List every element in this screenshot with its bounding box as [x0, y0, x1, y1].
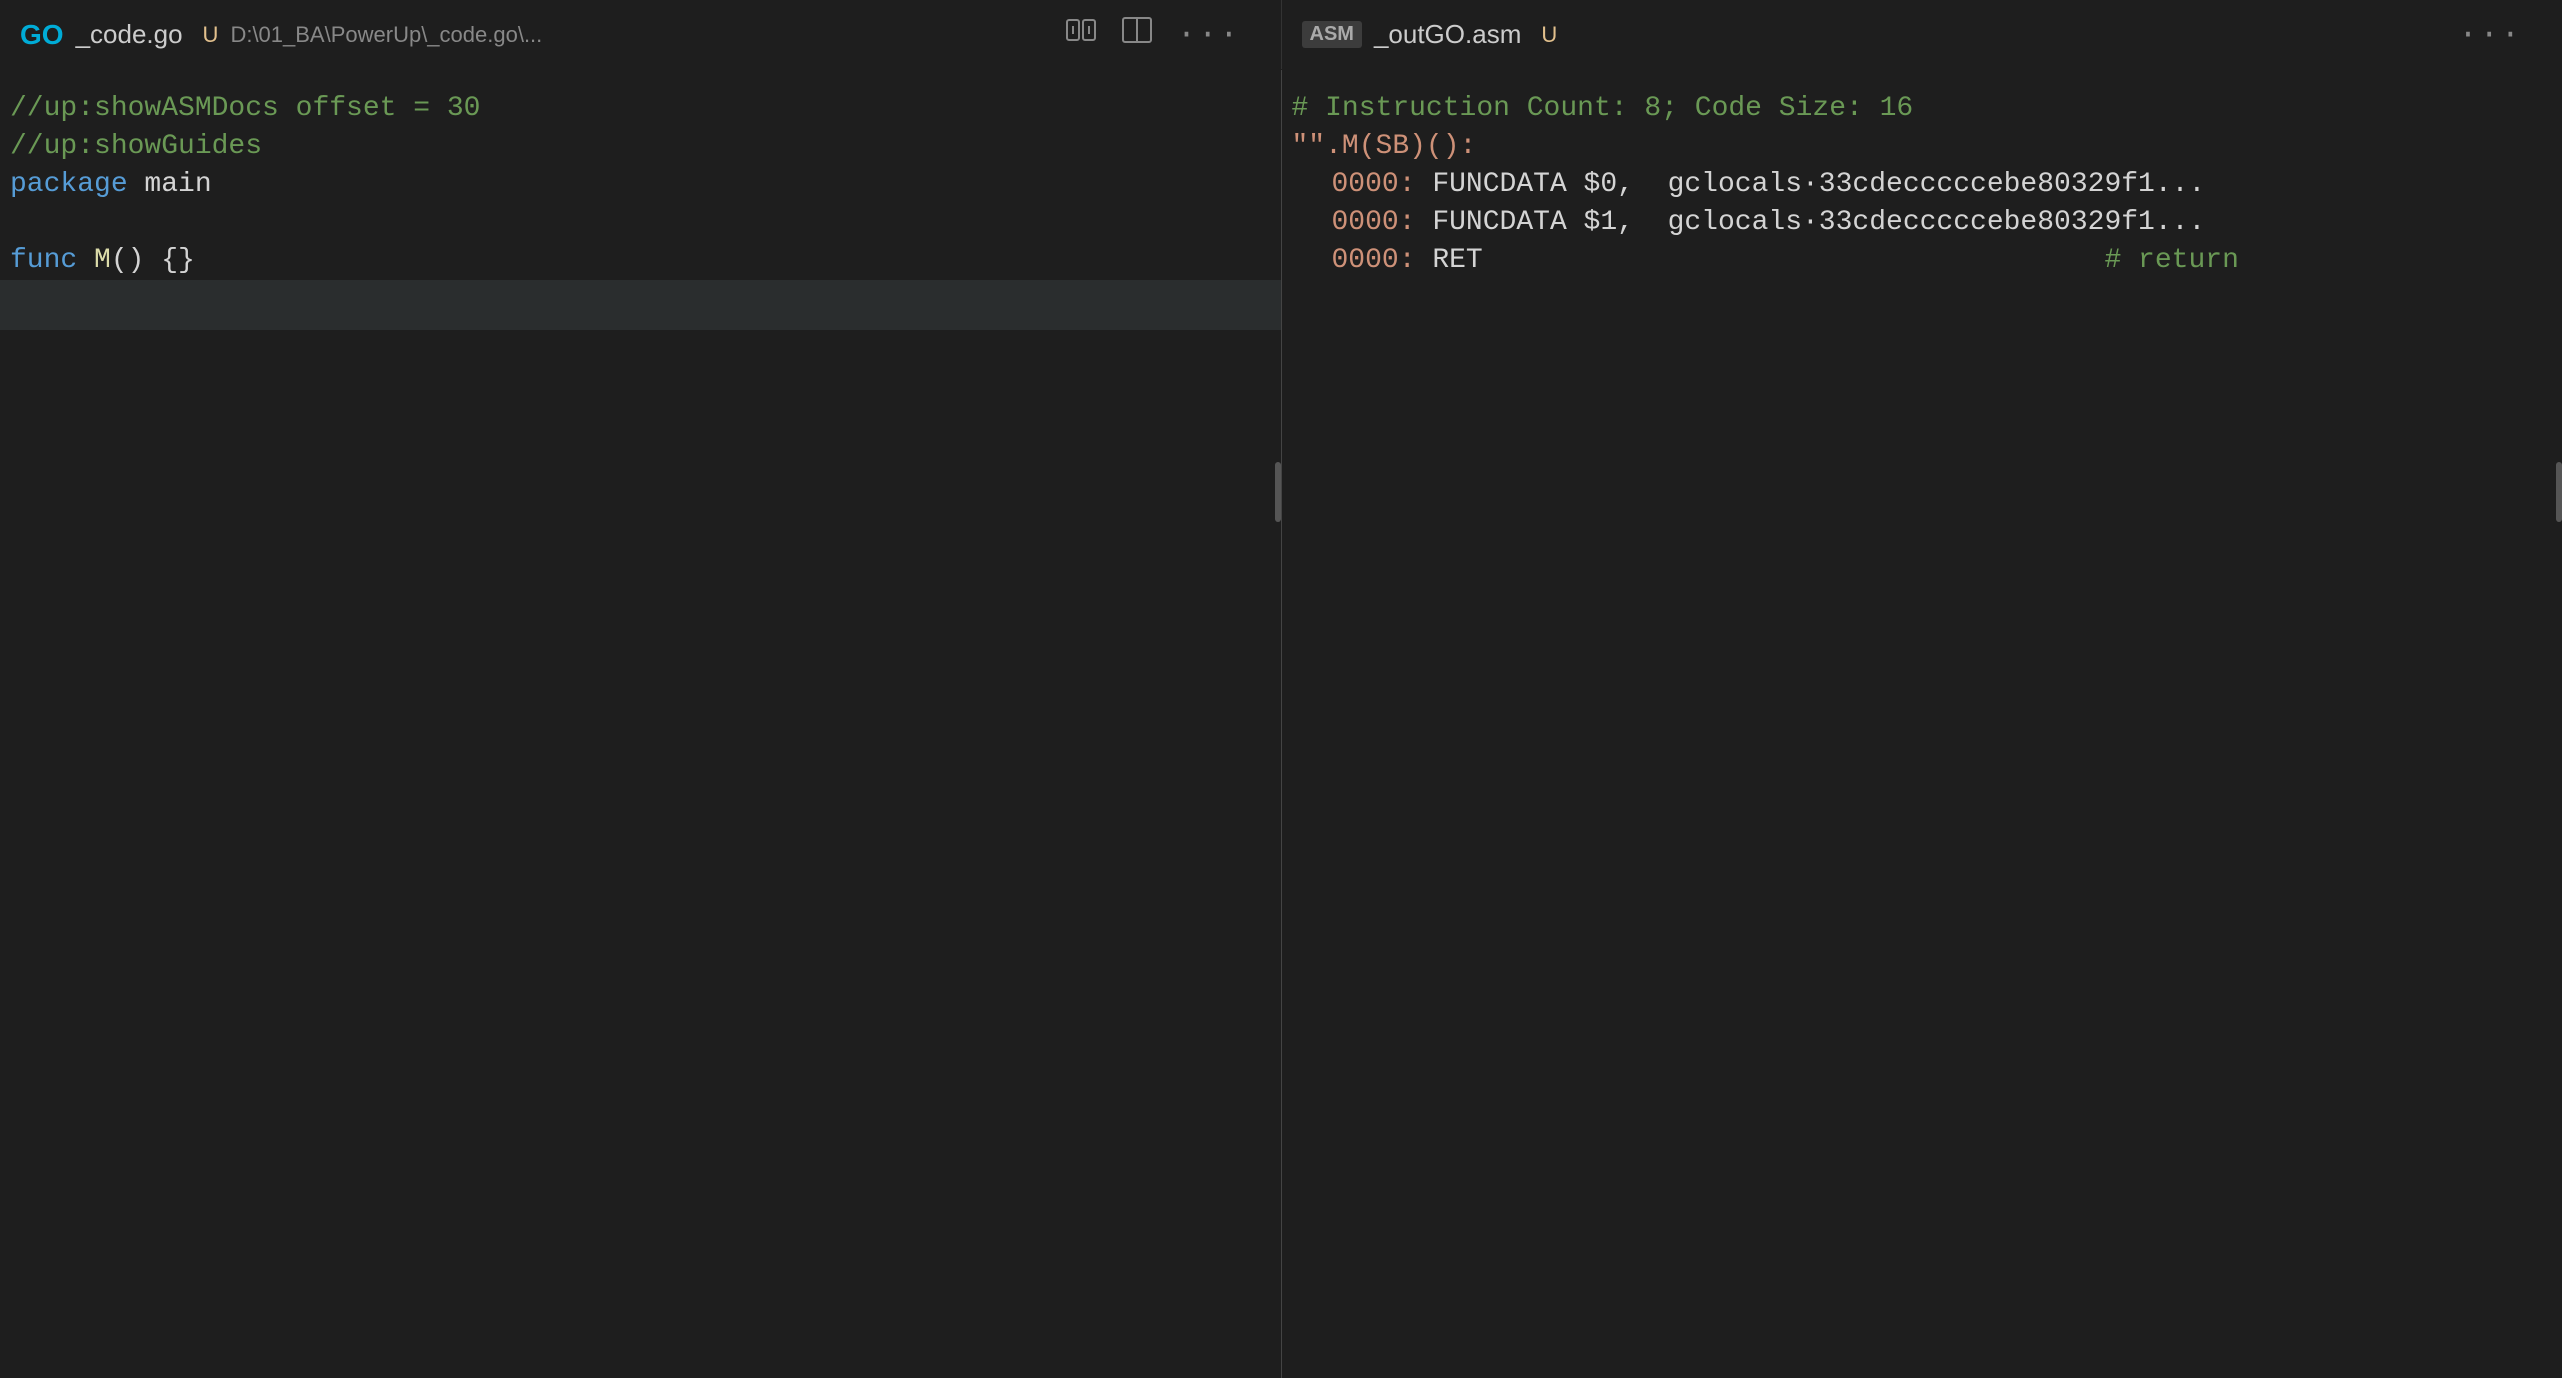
code-text: //up:showGuides — [10, 128, 262, 166]
empty-line — [10, 280, 27, 318]
asm-line-2: "".M(SB)(): — [1282, 128, 2562, 166]
more-actions-right-button[interactable]: ··· — [2458, 16, 2522, 53]
right-tab-badge: U — [1541, 22, 1557, 48]
keyword-func: func — [10, 242, 77, 280]
asm-text — [1483, 242, 2105, 280]
keyword-package: package — [10, 166, 128, 204]
left-editor-pane: //up:showASMDocs offset = 30 //up:showGu… — [0, 70, 1282, 1378]
more-actions-left-button[interactable]: ··· — [1177, 16, 1241, 53]
asm-language-icon: ASM — [1302, 21, 1362, 48]
left-tab-filename[interactable]: _code.go — [76, 19, 183, 50]
asm-line-3: 0000: FUNCDATA $0, gclocals·33cdeccccceb… — [1282, 166, 2562, 204]
asm-text — [1416, 166, 1433, 204]
code-line-5: func M () {} — [0, 242, 1281, 280]
right-tab-bar: ASM _outGO.asm U ··· — [1282, 0, 2562, 69]
asm-address-1: 0000: — [1332, 166, 1416, 204]
asm-line-4: 0000: FUNCDATA $1, gclocals·33cdeccccceb… — [1282, 204, 2562, 242]
code-line-1: //up:showASMDocs offset = 30 — [0, 90, 1281, 128]
asm-address-2: 0000: — [1332, 204, 1416, 242]
code-text: () {} — [111, 242, 195, 280]
split-editor-button[interactable] — [1121, 16, 1153, 53]
asm-text: $0, — [1567, 166, 1634, 204]
right-editor-content[interactable]: # Instruction Count: 8; Code Size: 16 ""… — [1282, 70, 2562, 1378]
left-tab-bar: GO _code.go U D:\01_BA\PowerUp\_code.go\… — [0, 0, 1282, 69]
code-line-6 — [0, 280, 1281, 330]
tab-bar: GO _code.go U D:\01_BA\PowerUp\_code.go\… — [0, 0, 2562, 70]
empty-line — [10, 204, 27, 242]
editor-container: GO _code.go U D:\01_BA\PowerUp\_code.go\… — [0, 0, 2562, 1378]
asm-line-1: # Instruction Count: 8; Code Size: 16 — [1282, 90, 2562, 128]
go-language-icon: GO — [20, 19, 64, 51]
asm-text: gclocals·33cdecccccebe80329f1... — [1634, 204, 2205, 242]
asm-comment-1: # Instruction Count: 8; Code Size: 16 — [1292, 90, 1914, 128]
asm-line-5: 0000: RET # return — [1282, 242, 2562, 280]
asm-ret-comment: # return — [2104, 242, 2238, 280]
right-editor-pane: # Instruction Count: 8; Code Size: 16 ""… — [1282, 70, 2562, 1378]
asm-ret: RET — [1432, 242, 1482, 280]
asm-label: "".M(SB)(): — [1292, 128, 1477, 166]
right-tab-filename[interactable]: _outGO.asm — [1374, 19, 1521, 50]
asm-mnemonic-2: FUNCDATA — [1432, 204, 1566, 242]
left-scrollbar[interactable] — [1271, 70, 1281, 1378]
right-scrollbar[interactable] — [2552, 70, 2562, 1378]
code-text — [77, 242, 94, 280]
left-scrollbar-thumb — [1275, 462, 1281, 522]
asm-text: $1, — [1567, 204, 1634, 242]
asm-text — [1416, 242, 1433, 280]
left-tab-actions: ··· — [1065, 16, 1261, 53]
code-text: //up:showASMDocs offset = 30 — [10, 90, 480, 128]
asm-text: gclocals·33cdecccccebe80329f1... — [1634, 166, 2205, 204]
code-line-3: package main — [0, 166, 1281, 204]
compare-button[interactable] — [1065, 16, 1097, 53]
func-name: M — [94, 242, 111, 280]
right-tab-actions: ··· — [2458, 16, 2542, 53]
asm-address-3: 0000: — [1332, 242, 1416, 280]
code-line-4 — [0, 204, 1281, 242]
asm-text — [1416, 204, 1433, 242]
left-tab-badge: U — [203, 22, 219, 48]
right-scrollbar-thumb — [2556, 462, 2562, 522]
left-editor-content[interactable]: //up:showASMDocs offset = 30 //up:showGu… — [0, 70, 1281, 1378]
code-text: main — [128, 166, 212, 204]
code-line-2: //up:showGuides — [0, 128, 1281, 166]
asm-mnemonic-1: FUNCDATA — [1432, 166, 1566, 204]
left-tab-path: D:\01_BA\PowerUp\_code.go\... — [230, 22, 542, 48]
editors-row: //up:showASMDocs offset = 30 //up:showGu… — [0, 70, 2562, 1378]
